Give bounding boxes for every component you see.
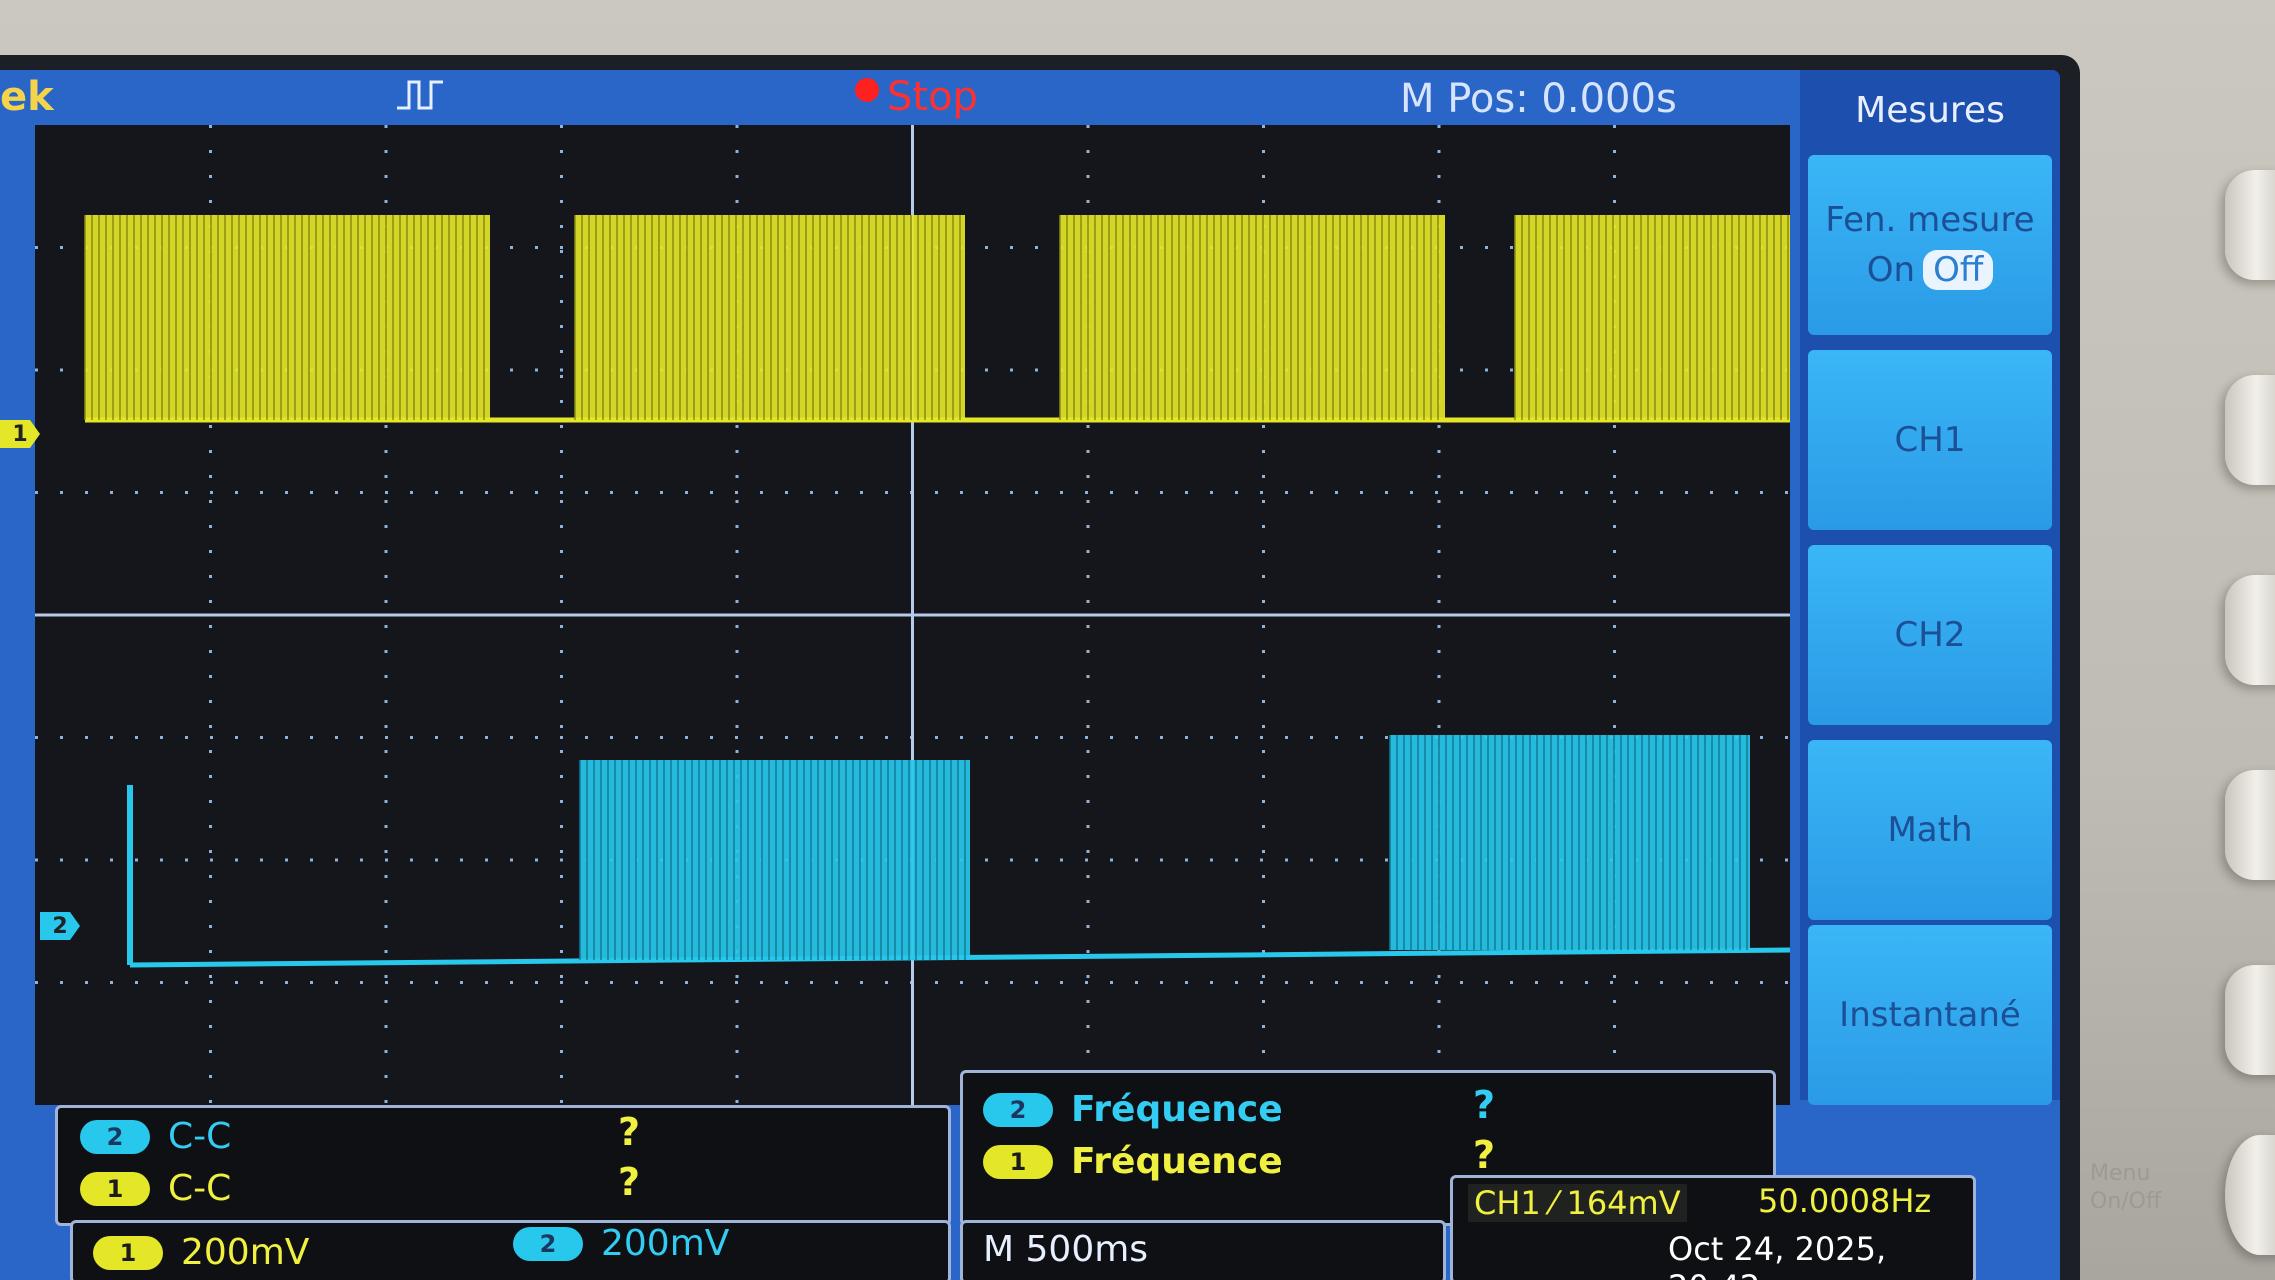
- measurement-value: ?: [1473, 1133, 1496, 1177]
- ch2-scale: 200mV: [601, 1223, 730, 1264]
- trigger-panel: CH1 ⁄ 164mV 50.0008Hz Oct 24, 2025, 20:4…: [1450, 1175, 1976, 1280]
- brand-logo: ek: [0, 74, 54, 120]
- measurement-row: 2 C-C: [80, 1116, 231, 1157]
- ch1-burst: [1060, 215, 1445, 420]
- menu-math-button[interactable]: Math: [1808, 740, 2052, 920]
- status-bar: ek Stop M Pos: 0.000s: [0, 70, 1800, 125]
- bezel-button-2[interactable]: [2225, 375, 2275, 485]
- graticule: [35, 125, 1790, 1105]
- measurement-row: 1 Fréquence: [983, 1141, 1283, 1182]
- ch1-badge: 1: [93, 1235, 163, 1270]
- date-time: Oct 24, 2025, 20:42: [1668, 1230, 1887, 1280]
- trigger-frequency: 50.0008Hz: [1758, 1182, 1932, 1220]
- measurement-value: ?: [618, 1160, 641, 1204]
- ch1-scale: 200mV: [181, 1232, 310, 1273]
- bezel-button-4[interactable]: [2225, 770, 2275, 880]
- measurement-row: 1 C-C: [80, 1168, 231, 1209]
- measure-window-toggle[interactable]: On Off: [1867, 250, 1994, 290]
- horizontal-position: M Pos: 0.000s: [1400, 76, 1677, 122]
- waveform-display: [35, 125, 1790, 1105]
- ch2-burst: [580, 760, 970, 960]
- menu-title: Mesures: [1855, 90, 2005, 131]
- acquisition-status: Stop: [855, 74, 978, 120]
- ch2-badge: 2: [513, 1226, 583, 1261]
- ch1-burst: [575, 215, 965, 420]
- menu-on-off-label: Menu On/Off: [2090, 1161, 2162, 1214]
- measurement-row: 2 Fréquence: [983, 1089, 1283, 1130]
- menu-instantaneous-button[interactable]: Instantané: [1808, 925, 2052, 1105]
- measurement-panel-left: 2 C-C ? 1 C-C ?: [55, 1105, 951, 1226]
- vertical-scale-bar: 1 200mV 2 200mV: [70, 1220, 951, 1280]
- measure-window-button[interactable]: Fen. mesure On Off: [1808, 155, 2052, 335]
- oscilloscope-screen: ek Stop M Pos: 0.000s 1 2 Mesures Fen. m…: [0, 70, 2060, 1280]
- bezel-button-3[interactable]: [2225, 575, 2275, 685]
- measure-menu: Mesures Fen. mesure On Off CH1 CH2 Math I…: [1800, 70, 2060, 1105]
- menu-item-label: Fen. mesure: [1825, 200, 2035, 240]
- trigger-edge-icon: [397, 80, 443, 110]
- ch2-burst: [1390, 735, 1750, 950]
- bezel-button-1[interactable]: [2225, 170, 2275, 280]
- bezel-button-5[interactable]: [2225, 965, 2275, 1075]
- stop-indicator-icon: [855, 78, 879, 102]
- menu-ch2-button[interactable]: CH2: [1808, 545, 2052, 725]
- timebase: M 500ms: [983, 1229, 1149, 1270]
- ch1-ground-marker[interactable]: 1: [0, 420, 40, 448]
- menu-on-off-button[interactable]: [2225, 1135, 2275, 1255]
- timebase-panel: M 500ms: [960, 1220, 1446, 1280]
- trigger-level: CH1 ⁄ 164mV: [1468, 1184, 1687, 1222]
- measurement-value: ?: [618, 1110, 641, 1154]
- bezel-buttons: [2080, 0, 2275, 1280]
- measurement-value: ?: [1473, 1083, 1496, 1127]
- menu-ch1-button[interactable]: CH1: [1808, 350, 2052, 530]
